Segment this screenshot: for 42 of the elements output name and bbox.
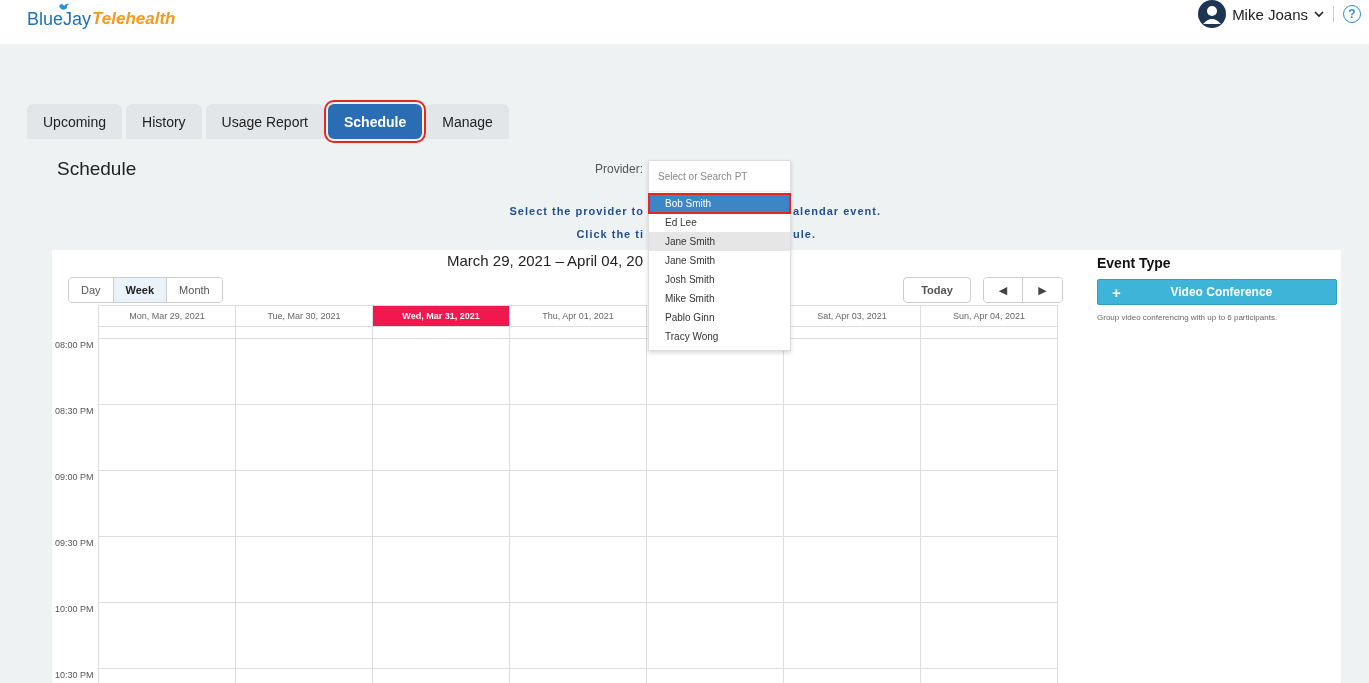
- time-label: 10:00 PM: [55, 604, 94, 614]
- tab[interactable]: Usage Report: [205, 104, 324, 139]
- time-label: 10:30 PM: [55, 670, 94, 680]
- day-header: Thu, Apr 01, 2021: [510, 306, 646, 327]
- bird-icon: [58, 2, 70, 12]
- tab[interactable]: Manage: [426, 104, 509, 139]
- provider-option[interactable]: Jane Smith: [649, 251, 790, 270]
- instruction-text: Select the provider to: [509, 204, 644, 217]
- provider-search-field[interactable]: Select or Search PT: [649, 161, 790, 192]
- provider-option[interactable]: Josh Smith: [649, 270, 790, 289]
- time-label: 08:30 PM: [55, 406, 94, 416]
- time-label: 08:00 PM: [55, 340, 94, 350]
- event-type-title: Event Type: [1097, 255, 1172, 273]
- day-header: Wed, Mar 31, 2021: [373, 306, 509, 327]
- day-header: Sun, Apr 04, 2021: [921, 306, 1057, 327]
- provider-option[interactable]: Mike Smith: [649, 289, 790, 308]
- provider-option[interactable]: Ed Lee: [649, 213, 790, 232]
- calendar-title: March 29, 2021 – April 04, 20: [447, 252, 643, 269]
- view-button[interactable]: Day: [69, 278, 114, 302]
- instruction-text: alendar event.: [793, 204, 881, 217]
- tab[interactable]: Upcoming: [27, 104, 123, 139]
- instruction-text: ule.: [793, 227, 816, 240]
- time-label: 09:00 PM: [55, 472, 94, 482]
- page-title: Schedule: [57, 158, 138, 180]
- view-button[interactable]: Week: [113, 278, 168, 302]
- logo-text: Telehealth: [92, 9, 176, 29]
- tab[interactable]: History: [126, 104, 202, 139]
- avatar-icon[interactable]: [1198, 0, 1227, 28]
- user-name[interactable]: Mike Joans: [1232, 5, 1308, 23]
- provider-option[interactable]: Bob Smith: [649, 194, 790, 213]
- provider-label: Provider:: [595, 162, 644, 176]
- today-button[interactable]: Today: [903, 277, 971, 303]
- time-label: 09:30 PM: [55, 538, 94, 548]
- provider-option[interactable]: Tracy Wong: [649, 327, 790, 346]
- day-header: Tue, Mar 30, 2021: [236, 306, 372, 327]
- day-header: Mon, Mar 29, 2021: [99, 306, 235, 327]
- previous-button[interactable]: ◀: [984, 278, 1023, 302]
- instruction-text: Click the ti: [576, 227, 644, 240]
- provider-option[interactable]: Jane Smith: [649, 232, 790, 251]
- logo-text: BlueJay: [27, 9, 92, 30]
- event-description: Group video conferencing with up to 6 participants.: [1097, 313, 1279, 322]
- chevron-down-icon[interactable]: [1314, 10, 1324, 18]
